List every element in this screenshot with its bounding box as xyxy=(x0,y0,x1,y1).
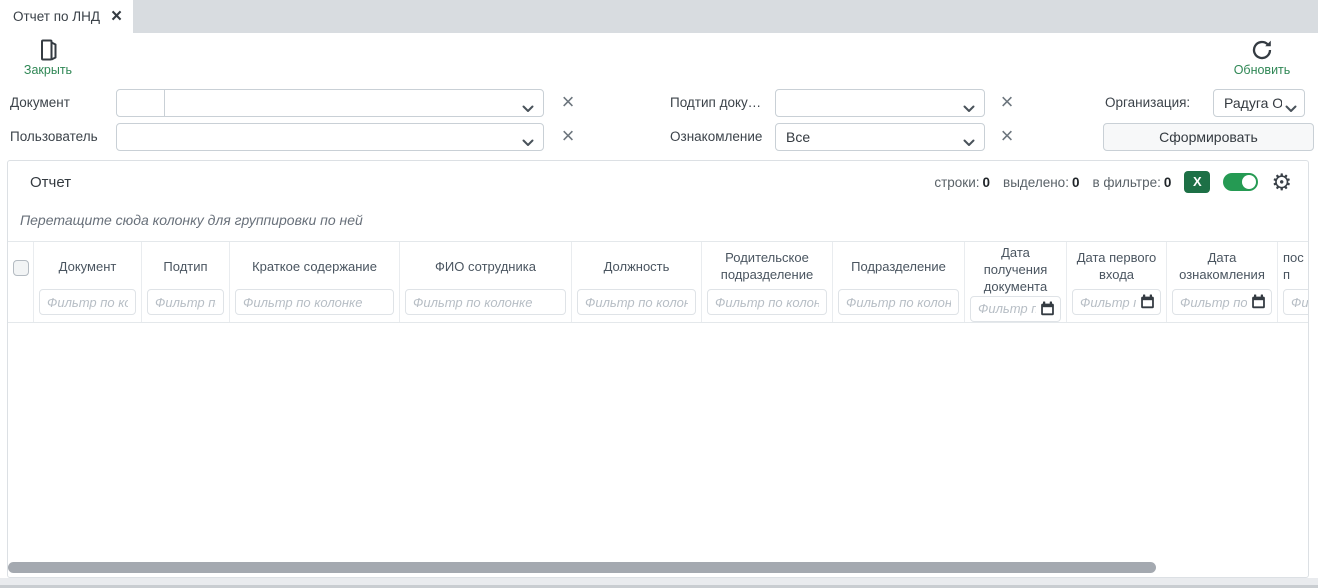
acquaintance-value: Все xyxy=(786,129,810,145)
column-header-acquaintance-date[interactable]: Дата ознакомления xyxy=(1167,242,1277,289)
calendar-icon[interactable] xyxy=(1040,301,1055,321)
column-clipped-last: пос п xyxy=(1278,242,1308,322)
refresh-button[interactable]: Обновить xyxy=(1230,38,1294,77)
filter-input-position[interactable] xyxy=(577,289,696,315)
column-parent-division: Родительское подразделение xyxy=(702,242,833,322)
calendar-icon[interactable] xyxy=(1140,294,1155,314)
subtype-label: Подтип документа xyxy=(670,89,770,117)
column-summary: Краткое содержание xyxy=(230,242,400,322)
column-header-division[interactable]: Подразделение xyxy=(833,242,964,289)
column-header-clipped-last[interactable]: пос п xyxy=(1278,242,1308,289)
tab-bar: Отчет по ЛНД × xyxy=(0,0,1318,33)
table-header-row: ДокументПодтипКраткое содержаниеФИО сотр… xyxy=(8,241,1308,323)
report-controls: строки:0 выделено:0 в фильтре:0 X ⚙ xyxy=(934,171,1292,193)
column-header-subtype[interactable]: Подтип xyxy=(142,242,229,289)
select-all-checkbox[interactable] xyxy=(13,260,29,276)
filter-input-division[interactable] xyxy=(838,289,959,315)
tab-title: Отчет по ЛНД xyxy=(13,9,100,24)
close-button-label: Закрыть xyxy=(16,63,80,77)
group-by-hint: Перетащите сюда колонку для группировки … xyxy=(20,212,363,228)
calendar-icon[interactable] xyxy=(1251,294,1266,314)
excel-export-button[interactable]: X xyxy=(1184,171,1210,193)
refresh-icon xyxy=(1230,38,1294,62)
clear-user-icon[interactable]: × xyxy=(558,123,578,151)
filtered-count: в фильтре:0 xyxy=(1092,175,1171,190)
filter-input-clipped-last[interactable] xyxy=(1283,289,1308,315)
door-exit-icon xyxy=(16,38,80,62)
column-header-first-login-date[interactable]: Дата первого входа xyxy=(1067,242,1166,289)
toolbar: Закрыть Обновить xyxy=(0,33,1318,87)
user-label: Пользователь xyxy=(10,123,98,151)
organization-label: Организация: xyxy=(1105,89,1190,117)
filter-row-toggle[interactable] xyxy=(1223,173,1258,191)
horizontal-scrollbar[interactable] xyxy=(8,562,1156,573)
report-panel: Отчет строки:0 выделено:0 в фильтре:0 X … xyxy=(7,160,1309,578)
generate-button[interactable]: Сформировать xyxy=(1103,123,1314,151)
column-acquaintance-date: Дата ознакомления xyxy=(1167,242,1278,322)
chevron-down-icon xyxy=(963,100,975,118)
organization-value: Радуга ОС xyxy=(1224,95,1282,111)
tab-report-lnd[interactable]: Отчет по ЛНД × xyxy=(0,0,133,33)
filter-input-document[interactable] xyxy=(39,289,136,315)
filter-input-summary[interactable] xyxy=(235,289,394,315)
clear-subtype-icon[interactable]: × xyxy=(997,89,1017,117)
column-subtype: Подтип xyxy=(142,242,230,322)
filter-input-employee-name[interactable] xyxy=(405,289,566,315)
toggle-knob xyxy=(1242,175,1256,189)
column-header-parent-division[interactable]: Родительское подразделение xyxy=(702,242,832,289)
column-first-login-date: Дата первого входа xyxy=(1067,242,1167,322)
tab-close-icon[interactable]: × xyxy=(111,7,122,26)
document-combobox[interactable] xyxy=(116,89,544,117)
window-bottom-edge xyxy=(0,578,1318,588)
column-header-summary[interactable]: Краткое содержание xyxy=(230,242,399,289)
rows-count: строки:0 xyxy=(934,175,990,190)
document-code-input[interactable] xyxy=(117,90,165,116)
column-position: Должность xyxy=(572,242,702,322)
chevron-down-icon xyxy=(963,134,975,152)
user-select[interactable] xyxy=(116,123,544,151)
report-title: Отчет xyxy=(30,174,71,191)
gear-icon[interactable]: ⚙ xyxy=(1271,171,1292,193)
clear-acquaintance-icon[interactable]: × xyxy=(997,123,1017,151)
document-label: Документ xyxy=(10,89,70,117)
column-header-position[interactable]: Должность xyxy=(572,242,701,289)
column-document: Документ xyxy=(34,242,142,322)
column-doc-received-date: Дата получения документа xyxy=(965,242,1067,322)
column-header-employee-name[interactable]: ФИО сотрудника xyxy=(400,242,571,289)
close-button[interactable]: Закрыть xyxy=(16,38,80,77)
selected-count: выделено:0 xyxy=(1003,175,1079,190)
acquaintance-label: Ознакомление xyxy=(670,123,770,151)
filter-input-parent-division[interactable] xyxy=(707,289,827,315)
column-select xyxy=(8,242,34,322)
clear-document-icon[interactable]: × xyxy=(558,89,578,117)
refresh-button-label: Обновить xyxy=(1230,63,1294,77)
chevron-down-icon xyxy=(1285,100,1297,118)
acquaintance-select[interactable]: Все xyxy=(775,123,985,151)
column-header-doc-received-date[interactable]: Дата получения документа xyxy=(965,242,1066,296)
chevron-down-icon xyxy=(522,134,534,152)
subtype-select[interactable] xyxy=(775,89,985,117)
organization-select[interactable]: Радуга ОС xyxy=(1213,89,1305,117)
column-division: Подразделение xyxy=(833,242,965,322)
column-header-document[interactable]: Документ xyxy=(34,242,141,289)
filter-input-subtype[interactable] xyxy=(147,289,224,315)
chevron-down-icon xyxy=(522,100,534,118)
column-employee-name: ФИО сотрудника xyxy=(400,242,572,322)
